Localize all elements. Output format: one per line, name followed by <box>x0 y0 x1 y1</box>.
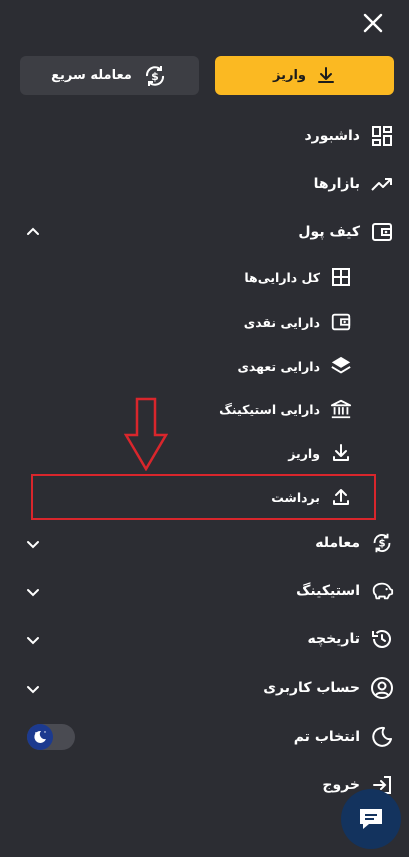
menu-item-label: تاریخچه <box>307 631 361 647</box>
moon-icon <box>370 725 394 749</box>
piggy-bank-icon <box>370 579 394 603</box>
deposit-button-label: واریز <box>273 68 306 83</box>
menu-item-label: کیف پول <box>298 224 360 240</box>
layers-icon <box>330 355 352 377</box>
menu-item-staking[interactable]: استیکینگ <box>296 576 394 606</box>
menu-item-label: حساب کاربری <box>263 680 360 696</box>
menu-item-dashboard[interactable]: داشبورد <box>305 121 395 151</box>
chevron-up-icon[interactable] <box>24 223 42 241</box>
submenu-item-label: دارایی تعهدی <box>237 358 320 374</box>
submenu-item-cash-asset[interactable]: دارایی نقدی <box>244 309 352 335</box>
history-icon <box>370 627 394 651</box>
dashboard-icon <box>370 124 394 148</box>
menu-item-account[interactable]: حساب کاربری <box>263 673 394 703</box>
submenu-item-label: کل دارایی‌ها <box>244 269 320 285</box>
submenu-item-collateral-asset[interactable]: دارایی تعهدی <box>237 353 352 379</box>
menu-item-wallet[interactable]: کیف پول <box>298 217 394 247</box>
wallet-icon <box>370 220 394 244</box>
quick-trade-button[interactable]: $ معامله سریع <box>20 56 199 95</box>
grid-icon <box>330 266 352 288</box>
menu-item-label: انتخاب تم <box>293 729 360 745</box>
bank-icon <box>330 398 352 420</box>
submenu-item-staking-asset[interactable]: دارایی استیکینگ <box>219 396 352 422</box>
svg-text:$: $ <box>151 70 159 83</box>
download-icon <box>330 442 352 464</box>
submenu-item-deposit[interactable]: واریز <box>288 440 352 466</box>
submenu-item-label: دارایی نقدی <box>243 314 320 330</box>
trending-up-icon <box>370 172 394 196</box>
menu-item-label: خروج <box>322 777 360 793</box>
menu-item-theme: انتخاب تم <box>294 722 394 752</box>
wallet-icon <box>330 311 352 333</box>
user-circle-icon <box>370 676 394 700</box>
menu-item-trade[interactable]: معامله $ <box>315 528 394 558</box>
chevron-down-icon[interactable] <box>24 631 42 649</box>
moon-icon <box>27 724 53 750</box>
exchange-dollar-icon: $ <box>142 63 168 89</box>
chevron-down-icon[interactable] <box>24 535 42 553</box>
deposit-button[interactable]: واریز <box>215 56 394 95</box>
menu-item-markets[interactable]: بازارها <box>314 169 394 199</box>
chat-bubble-icon <box>357 806 385 832</box>
menu-item-label: معامله <box>315 535 360 551</box>
menu-item-label: استیکینگ <box>296 583 360 599</box>
annotation-arrow-icon <box>124 397 168 471</box>
quick-trade-button-label: معامله سریع <box>51 68 132 83</box>
svg-text:$: $ <box>378 539 385 550</box>
chat-button[interactable] <box>341 789 401 849</box>
download-icon <box>316 66 336 86</box>
submenu-item-all-assets[interactable]: کل دارایی‌ها <box>244 264 352 290</box>
submenu-item-label: دارایی استیکینگ <box>219 401 320 417</box>
annotation-highlight-box <box>31 474 376 520</box>
exchange-dollar-icon: $ <box>370 531 394 555</box>
menu-item-label: داشبورد <box>304 128 361 144</box>
menu-item-history[interactable]: تاریخچه <box>308 624 395 654</box>
theme-toggle[interactable] <box>27 724 75 750</box>
submenu-item-label: واریز <box>288 445 320 461</box>
close-icon[interactable] <box>362 12 384 34</box>
menu-item-label: بازارها <box>313 176 360 192</box>
chevron-down-icon[interactable] <box>24 583 42 601</box>
chevron-down-icon[interactable] <box>24 680 42 698</box>
